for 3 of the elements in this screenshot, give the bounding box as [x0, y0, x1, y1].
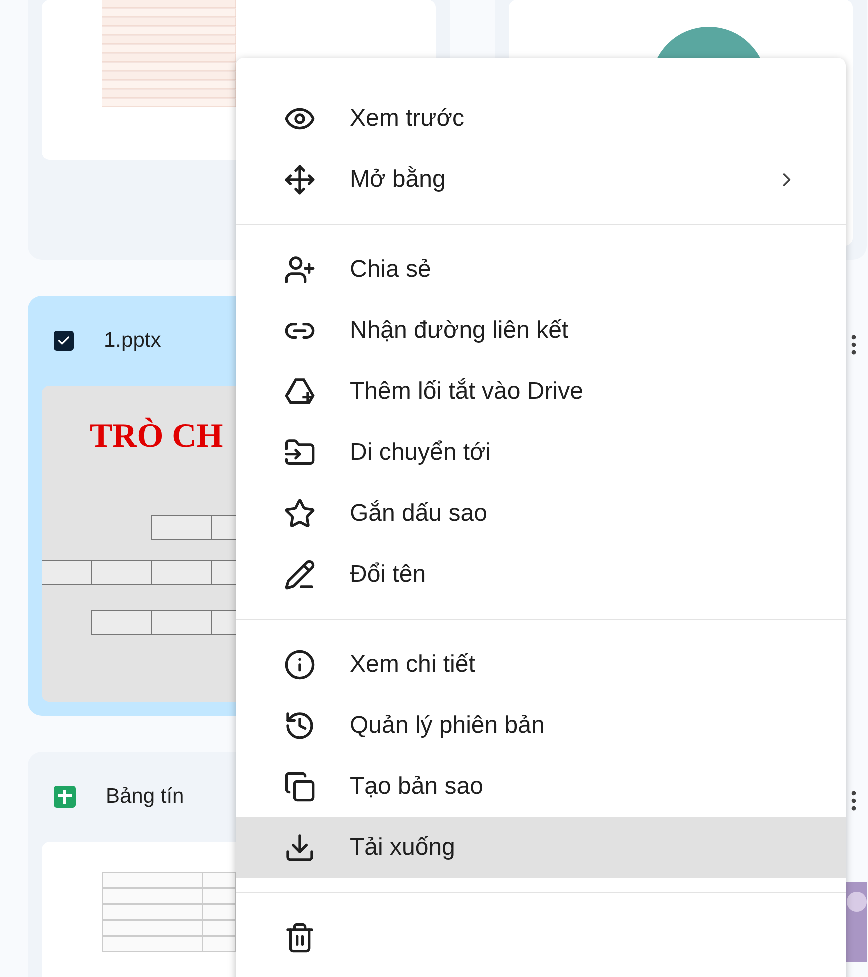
file-name: Bảng tín	[106, 785, 184, 809]
file-name: 1.pptx	[104, 329, 162, 353]
slide-title: TRÒ CH	[90, 418, 224, 456]
